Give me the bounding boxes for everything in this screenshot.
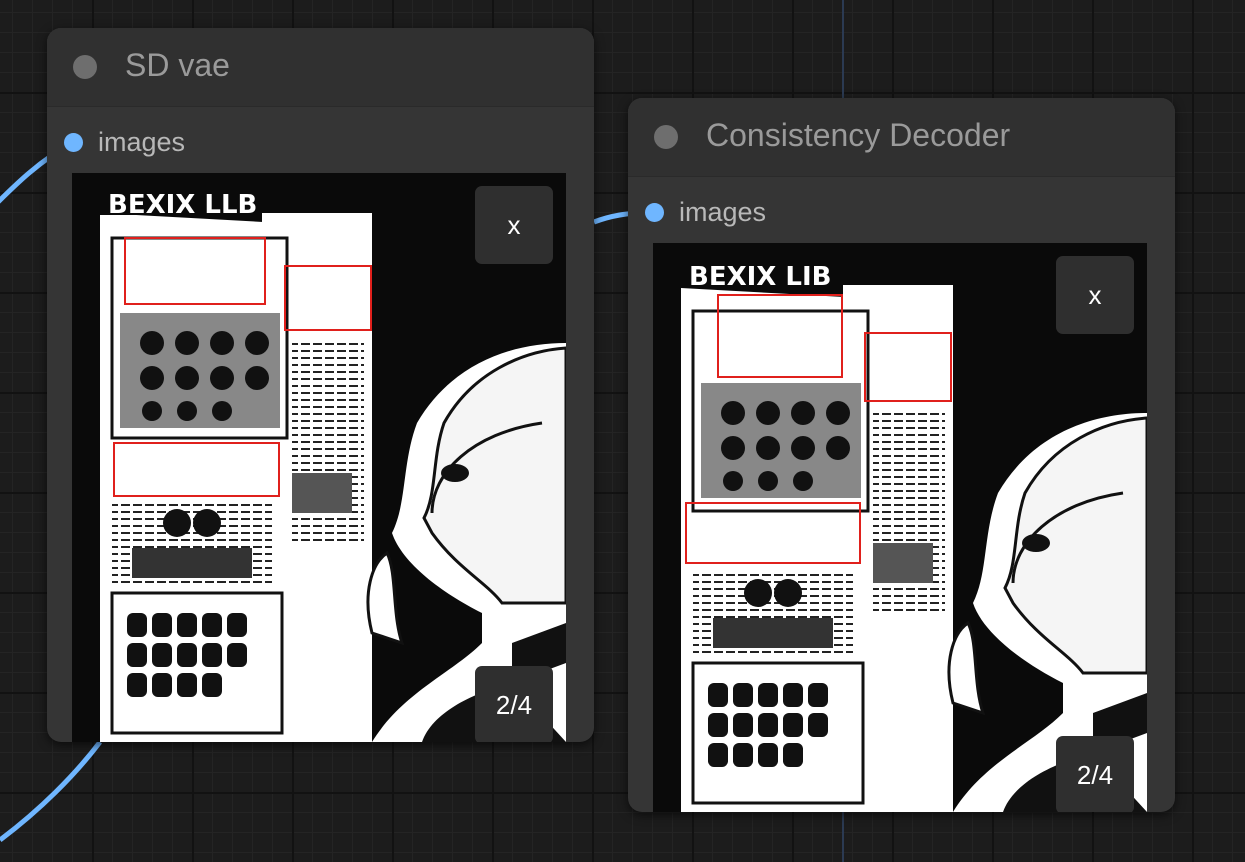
masthead-text: BEXIX LLB xyxy=(108,190,257,220)
image-counter[interactable]: 2/4 xyxy=(1056,736,1134,812)
status-dot-icon[interactable] xyxy=(73,55,97,79)
node-header[interactable]: SD vae xyxy=(47,28,594,107)
node-header[interactable]: Consistency Decoder xyxy=(628,98,1175,177)
image-preview[interactable]: BEXIX LLB x 2/4 xyxy=(72,173,566,742)
image-counter[interactable]: 2/4 xyxy=(475,666,553,742)
masthead-text: BEXIX LIB xyxy=(689,262,831,292)
link-bottom-left[interactable] xyxy=(0,740,102,842)
node-title: SD vae xyxy=(125,47,230,83)
input-slot-label: images xyxy=(679,197,767,227)
input-slot-label: images xyxy=(98,127,186,157)
node-consistency-decoder[interactable]: Consistency Decoder images BEXIX LIB x 2… xyxy=(628,98,1175,812)
node-title: Consistency Decoder xyxy=(706,117,1011,153)
node-sd-vae[interactable]: SD vae images BEXIX LLB x 2/4 xyxy=(47,28,594,742)
close-button[interactable]: x xyxy=(475,186,553,264)
input-slot-dot-icon[interactable] xyxy=(645,203,664,222)
status-dot-icon[interactable] xyxy=(654,125,678,149)
input-slot-dot-icon[interactable] xyxy=(64,133,83,152)
image-preview[interactable]: BEXIX LIB x 2/4 xyxy=(653,243,1147,812)
close-button[interactable]: x xyxy=(1056,256,1134,334)
